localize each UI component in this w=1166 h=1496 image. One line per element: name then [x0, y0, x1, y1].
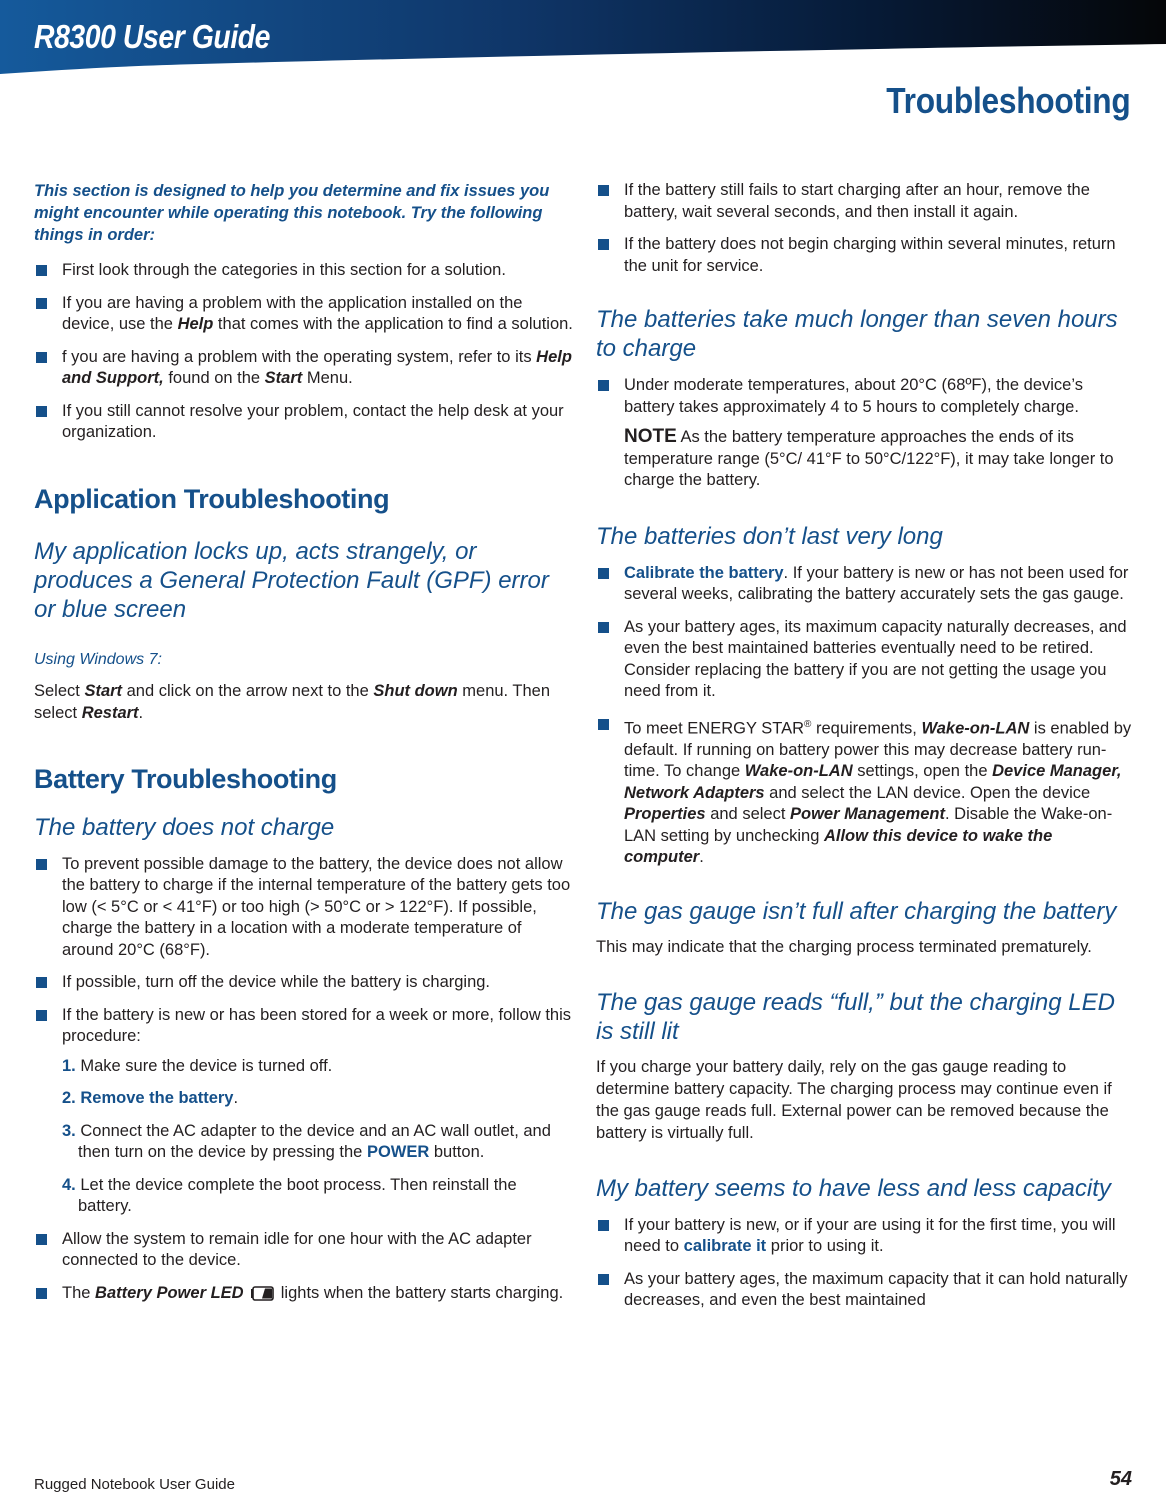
- battery-icon: [250, 1285, 274, 1301]
- bullet-square-icon: [598, 1273, 609, 1285]
- bullet-square-icon: [598, 621, 609, 633]
- app-lockup-subheading: My application locks up, acts strangely,…: [34, 537, 549, 623]
- bullet-square-icon: [36, 297, 47, 309]
- bullet-square-icon: [598, 239, 609, 250]
- step-item: 4. Let the device complete the boot proc…: [62, 1175, 517, 1216]
- intro-list: First look through the categories in thi…: [34, 260, 574, 444]
- dont-last-list: Calibrate the battery. If your battery i…: [596, 563, 1136, 869]
- document-title: R8300 User Guide: [34, 18, 271, 55]
- bullet-square-icon: [598, 380, 609, 391]
- footer-guide-name: Rugged Notebook User Guide: [34, 1476, 235, 1493]
- battery-not-charge-list: To prevent possible damage to the batter…: [34, 854, 574, 1305]
- application-troubleshooting-heading: Application Troubleshooting: [34, 483, 390, 514]
- list-item: If you still cannot resolve your problem…: [34, 401, 574, 444]
- list-item: Under moderate temperatures, about 20°C …: [596, 375, 1136, 492]
- bullet-square-icon: [36, 405, 47, 417]
- list-item: As your battery ages, its maximum capaci…: [596, 617, 1136, 703]
- list-item: To meet ENERGY STAR® requirements, Wake-…: [596, 714, 1136, 869]
- seven-hours-subheading: The batteries take much longer than seve…: [596, 306, 1118, 362]
- battery-troubleshooting-heading: Battery Troubleshooting: [34, 763, 337, 794]
- page-number: 54: [1109, 1468, 1132, 1490]
- gauge-full-led-subheading: The gas gauge reads “full,” but the char…: [596, 988, 1115, 1045]
- power-button-reference: POWER: [366, 1143, 430, 1161]
- remove-battery-link[interactable]: Remove the battery: [76, 1089, 233, 1107]
- bullet-square-icon: [598, 567, 609, 579]
- temperature-note: NOTE As the battery temperature approach…: [624, 426, 1114, 489]
- calibrate-it-link[interactable]: calibrate it: [684, 1237, 767, 1255]
- right-column: If the battery still fails to start char…: [596, 180, 1136, 1323]
- list-item: First look through the categories in thi…: [34, 260, 574, 282]
- gauge-not-full-subheading: The gas gauge isn’t full after charging …: [596, 897, 1117, 925]
- battery-not-charge-list-continued: If the battery still fails to start char…: [596, 180, 1136, 277]
- page-section-title: Troubleshooting: [885, 80, 1130, 121]
- restart-instruction: Select Start and click on the arrow next…: [34, 681, 551, 722]
- bullet-square-icon: [36, 858, 47, 870]
- intro-text: This section is designed to help you det…: [34, 182, 550, 244]
- windows-version-label: Using Windows 7:: [34, 650, 162, 668]
- seven-hours-list: Under moderate temperatures, about 20°C …: [596, 375, 1136, 492]
- help-reference: Help: [177, 315, 214, 333]
- start-menu-reference: Start: [264, 369, 303, 387]
- list-item: Calibrate the battery. If your battery i…: [596, 563, 1136, 606]
- bullet-square-icon: [36, 1287, 47, 1299]
- left-column: This section is designed to help you det…: [34, 180, 574, 1315]
- step-item: 2. Remove the battery.: [62, 1089, 239, 1107]
- list-item: If you are having a problem with the app…: [34, 293, 574, 336]
- bullet-square-icon: [598, 718, 609, 730]
- list-item: If your battery is new, or if your are u…: [596, 1215, 1136, 1258]
- bullet-square-icon: [598, 185, 609, 196]
- list-item: f you are having a problem with the oper…: [34, 347, 574, 390]
- procedure-steps: 1. Make sure the device is turned off. 2…: [62, 1056, 574, 1218]
- list-item: To prevent possible damage to the batter…: [34, 854, 574, 962]
- dont-last-subheading: The batteries don’t last very long: [596, 522, 943, 550]
- list-item: The Battery Power LED lights when the ba…: [34, 1283, 574, 1305]
- bullet-square-icon: [36, 1009, 47, 1021]
- bullet-square-icon: [36, 351, 47, 363]
- gauge-full-led-text: If you charge your battery daily, rely o…: [596, 1057, 1112, 1142]
- bullet-square-icon: [598, 1219, 609, 1231]
- list-item: If the battery still fails to start char…: [596, 180, 1136, 223]
- bullet-square-icon: [36, 1233, 47, 1245]
- list-item: If the battery is new or has been stored…: [34, 1005, 574, 1218]
- list-item: As your battery ages, the maximum capaci…: [596, 1269, 1136, 1312]
- list-item: If possible, turn off the device while t…: [34, 972, 574, 994]
- list-item: If the battery does not begin charging w…: [596, 234, 1136, 277]
- less-capacity-subheading: My battery seems to have less and less c…: [596, 1174, 1111, 1202]
- battery-not-charge-subheading: The battery does not charge: [34, 813, 335, 841]
- step-item: 3. Connect the AC adapter to the device …: [62, 1121, 551, 1162]
- bullet-square-icon: [36, 265, 47, 276]
- less-capacity-list: If your battery is new, or if your are u…: [596, 1215, 1136, 1312]
- list-item: Allow the system to remain idle for one …: [34, 1229, 574, 1272]
- calibrate-battery-link[interactable]: Calibrate the battery: [624, 564, 784, 582]
- gauge-not-full-text: This may indicate that the charging proc…: [596, 937, 1092, 956]
- step-item: 1. Make sure the device is turned off.: [62, 1056, 333, 1075]
- bullet-square-icon: [36, 977, 47, 988]
